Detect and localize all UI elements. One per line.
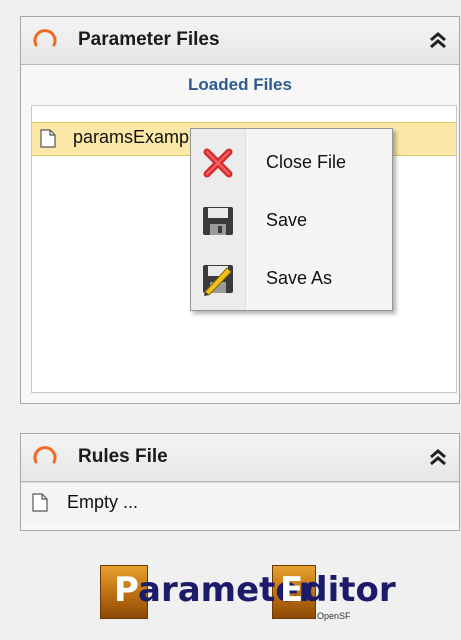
menu-item-save-as[interactable]: Save As <box>191 251 392 307</box>
menu-item-label: Save As <box>266 268 333 288</box>
floppy-disk-icon <box>203 207 233 235</box>
parameter-files-header[interactable]: Parameter Files <box>21 17 459 65</box>
spinner-icon <box>33 446 57 464</box>
document-icon <box>40 129 56 148</box>
parameter-files-title: Parameter Files <box>78 29 220 50</box>
save-as-icon <box>203 265 233 296</box>
collapse-chevron-up-icon[interactable] <box>425 28 451 52</box>
file-context-menu: Close File Save Save As <box>190 128 393 311</box>
rules-file-title: Rules File <box>78 446 168 467</box>
collapse-chevron-up-icon[interactable] <box>425 445 451 469</box>
loaded-files-subheader: Loaded Files <box>188 75 292 94</box>
spinner-icon <box>33 29 57 47</box>
menu-item-close-file[interactable]: Close File <box>191 135 392 191</box>
logo-word-2: Editor <box>280 570 396 610</box>
menu-item-label: Save <box>266 210 308 230</box>
rules-file-empty-row[interactable]: Empty ... <box>21 482 459 523</box>
rules-file-panel: Rules File Empty ... <box>20 433 460 531</box>
close-icon <box>203 148 233 178</box>
menu-item-label: Close File <box>266 152 347 172</box>
document-icon <box>32 493 48 512</box>
logo-subtext: OpenSF <box>317 611 351 621</box>
empty-text: Empty ... <box>67 492 139 512</box>
rules-file-header[interactable]: Rules File <box>21 434 459 482</box>
parameter-editor-logo: Parameter Editor OpenSF <box>100 565 396 625</box>
menu-item-save[interactable]: Save <box>191 193 392 249</box>
